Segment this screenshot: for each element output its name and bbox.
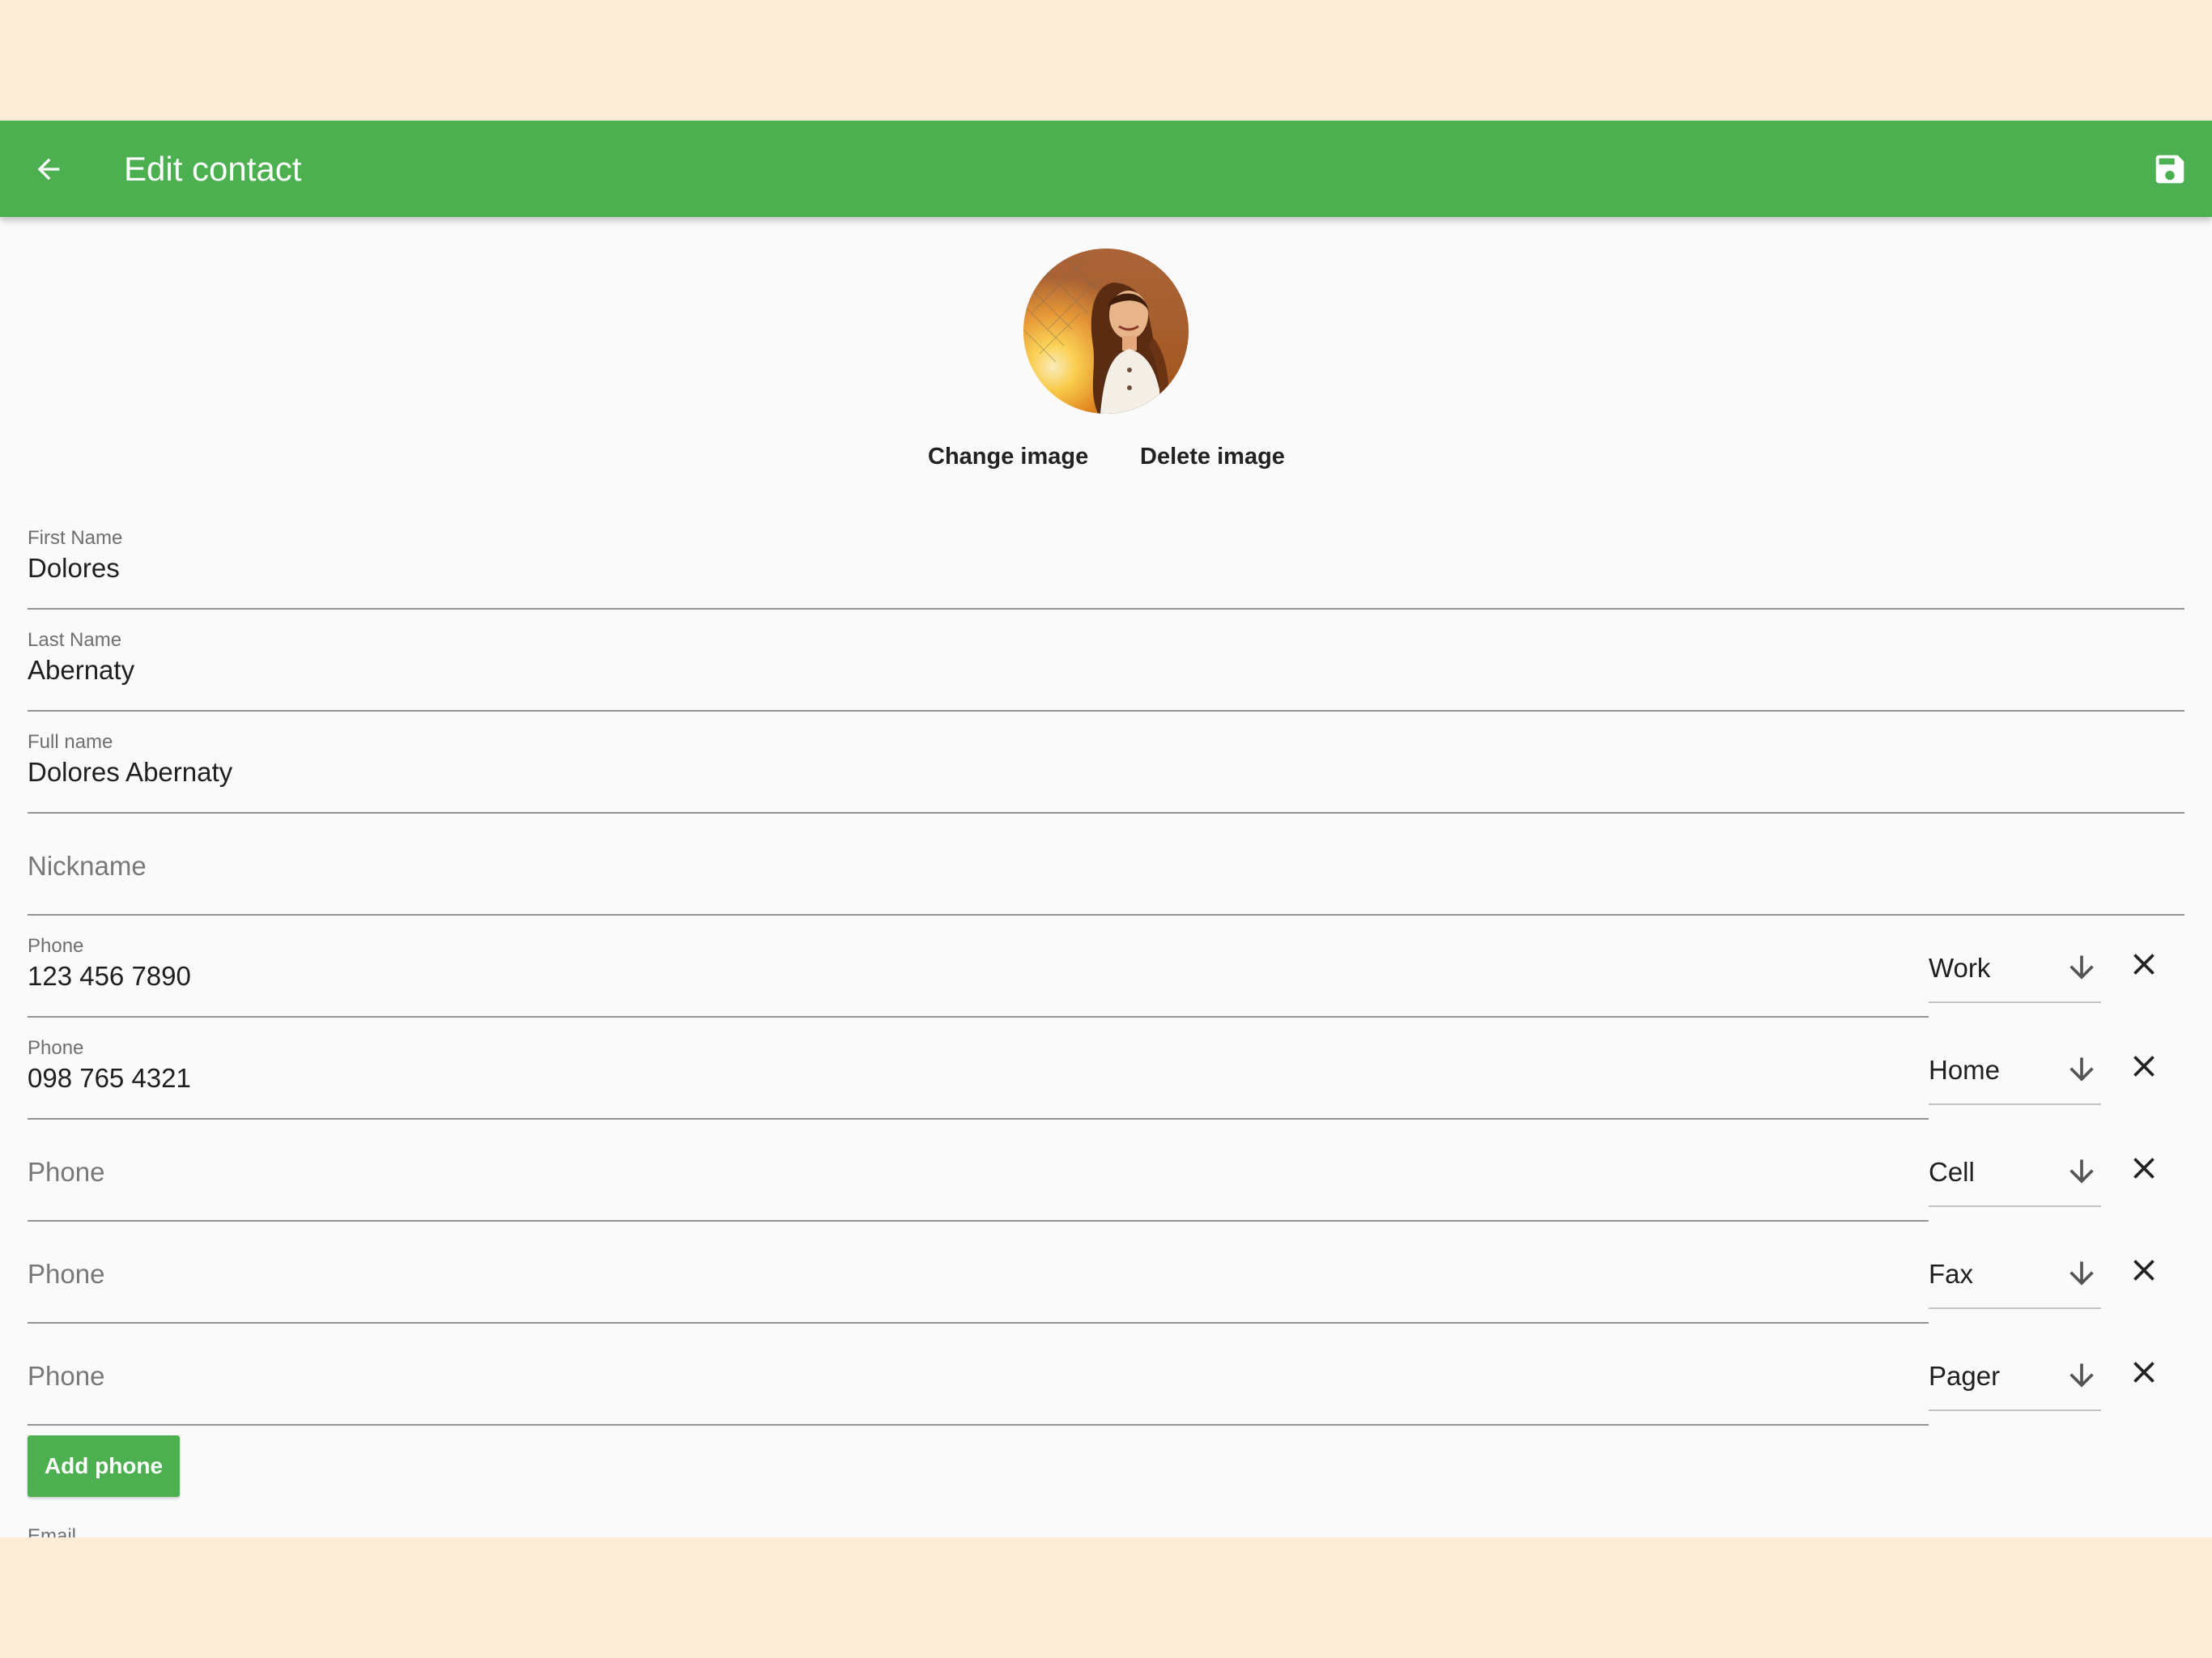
phone-placeholder: Phone (28, 1361, 105, 1391)
nickname-field[interactable]: Nickname (28, 814, 2184, 916)
last-name-label: Last Name (28, 629, 122, 651)
dropdown-underline (1929, 1103, 2101, 1105)
dropdown-underline (1929, 1001, 2101, 1003)
remove-phone-button[interactable] (2121, 1248, 2167, 1293)
last-name-value: Abernaty (28, 655, 135, 685)
arrow-down-icon (2069, 955, 2094, 980)
phone-label: Phone (28, 935, 84, 957)
phone-type-dropdown[interactable]: Work (1929, 938, 2101, 1003)
close-icon (2133, 1362, 2155, 1383)
first-name-field[interactable]: First Name Dolores (28, 508, 2184, 610)
phone-field[interactable]: Phone (28, 1120, 1929, 1222)
remove-phone-button[interactable] (2121, 1044, 2167, 1089)
remove-phone-button[interactable] (2121, 1146, 2167, 1191)
phone-type-value: Home (1929, 1055, 2001, 1085)
contact-photo (1023, 249, 1189, 414)
phone-type-value: Pager (1929, 1361, 2001, 1391)
edit-contact-screen: Edit contact Change image Delete image F… (0, 121, 2212, 1537)
dropdown-underline (1929, 1205, 2101, 1207)
full-name-label: Full name (28, 731, 113, 753)
page-title: Edit contact (124, 150, 302, 188)
close-icon (2133, 1056, 2155, 1077)
phone-placeholder: Phone (28, 1259, 105, 1289)
add-phone-button[interactable]: Add phone (28, 1435, 180, 1497)
phone-type-dropdown[interactable]: Home (1929, 1040, 2101, 1105)
phone-placeholder: Phone (28, 1157, 105, 1187)
full-name-field[interactable]: Full name Dolores Abernaty (28, 712, 2184, 814)
first-name-label: First Name (28, 527, 123, 549)
phone-field[interactable]: Phone (28, 1324, 1929, 1426)
arrow-down-icon (2069, 1261, 2094, 1286)
field-underline (28, 1424, 1929, 1426)
floppy-disk-icon (2155, 155, 2184, 184)
arrow-down-icon (2069, 1057, 2094, 1082)
full-name-value: Dolores Abernaty (28, 757, 233, 787)
remove-phone-button[interactable] (2121, 942, 2167, 987)
phone-type-dropdown[interactable]: Fax (1929, 1244, 2101, 1309)
arrow-left-icon (37, 158, 60, 181)
phone-type-value: Cell (1929, 1157, 1975, 1187)
close-icon (2133, 1260, 2155, 1281)
phone-label: Phone (28, 1037, 84, 1059)
phone-type-value: Work (1929, 953, 1991, 983)
phone-field[interactable]: Phone (28, 1222, 1929, 1324)
phone-field[interactable]: Phone 123 456 7890 (28, 916, 1929, 1018)
app-bar: Edit contact (0, 121, 2212, 217)
phone-value: 098 765 4321 (28, 1063, 191, 1093)
save-button[interactable] (2144, 143, 2196, 195)
phone-field[interactable]: Phone 098 765 4321 (28, 1018, 1929, 1120)
email-field-label: Email (28, 1525, 77, 1537)
image-actions: Change image Delete image (0, 432, 2212, 481)
change-image-button[interactable]: Change image (928, 432, 1088, 481)
delete-image-button[interactable]: Delete image (1140, 432, 1285, 481)
phone-type-dropdown[interactable]: Cell (1929, 1142, 2101, 1207)
phone-type-value: Fax (1929, 1259, 1974, 1289)
arrow-down-icon (2069, 1159, 2094, 1184)
arrow-down-icon (2069, 1363, 2094, 1388)
dropdown-underline (1929, 1307, 2101, 1309)
avatar[interactable] (1023, 249, 1189, 414)
back-button[interactable] (23, 143, 74, 195)
close-icon (2133, 954, 2155, 975)
phone-type-dropdown[interactable]: Pager (1929, 1346, 2101, 1411)
phone-value: 123 456 7890 (28, 961, 191, 991)
nickname-placeholder: Nickname (28, 851, 147, 881)
last-name-field[interactable]: Last Name Abernaty (28, 610, 2184, 712)
first-name-value: Dolores (28, 553, 120, 583)
close-icon (2133, 1158, 2155, 1179)
remove-phone-button[interactable] (2121, 1350, 2167, 1395)
dropdown-underline (1929, 1409, 2101, 1411)
